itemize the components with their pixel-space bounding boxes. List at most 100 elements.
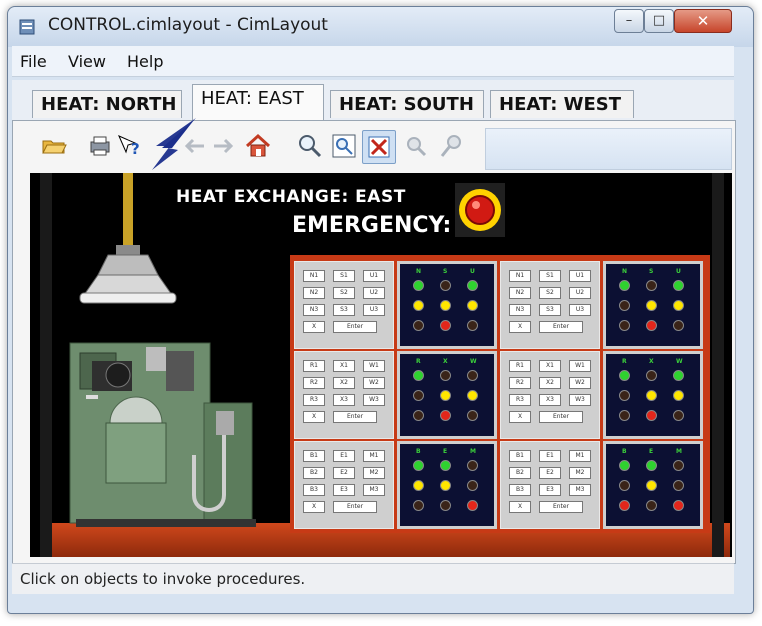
keypad-key[interactable]: S1 bbox=[539, 270, 561, 282]
indicator-lamp[interactable] bbox=[440, 280, 451, 291]
indicator-lamp[interactable] bbox=[413, 300, 424, 311]
keypad-key[interactable]: S3 bbox=[333, 304, 355, 316]
keypad-key[interactable]: R2 bbox=[509, 377, 531, 389]
indicator-lamp[interactable] bbox=[673, 500, 684, 511]
indicator-lamp[interactable] bbox=[467, 280, 478, 291]
zoom-icon[interactable] bbox=[294, 130, 326, 162]
indicator-lamp[interactable] bbox=[673, 480, 684, 491]
indicator-lamp[interactable] bbox=[646, 410, 657, 421]
keypad-key[interactable]: B1 bbox=[303, 450, 325, 462]
tab-heat-east[interactable]: HEAT: EAST bbox=[192, 84, 324, 120]
indicator-lamp[interactable] bbox=[673, 410, 684, 421]
keypad-key[interactable]: W3 bbox=[363, 394, 385, 406]
pin-icon[interactable] bbox=[436, 130, 468, 162]
keypad-key[interactable]: X3 bbox=[539, 394, 561, 406]
indicator-lamp[interactable] bbox=[646, 480, 657, 491]
maximize-button[interactable]: □ bbox=[644, 9, 674, 33]
keypad-key[interactable]: X bbox=[303, 501, 325, 513]
keypad-key[interactable]: X bbox=[509, 501, 531, 513]
keypad-key[interactable]: N1 bbox=[509, 270, 531, 282]
keypad-key[interactable]: X bbox=[509, 411, 531, 423]
indicator-lamp[interactable] bbox=[440, 460, 451, 471]
indicator-lamp[interactable] bbox=[619, 280, 630, 291]
indicator-lamp[interactable] bbox=[619, 480, 630, 491]
keypad-key[interactable]: U2 bbox=[569, 287, 591, 299]
keypad-key[interactable]: E1 bbox=[539, 450, 561, 462]
keypad-key[interactable]: Enter bbox=[333, 501, 377, 513]
indicator-lamp[interactable] bbox=[467, 320, 478, 331]
emergency-button[interactable] bbox=[455, 183, 505, 237]
indicator-lamp[interactable] bbox=[619, 390, 630, 401]
indicator-lamp[interactable] bbox=[619, 410, 630, 421]
keypad-key[interactable]: B2 bbox=[303, 467, 325, 479]
keypad-key[interactable]: X bbox=[509, 321, 531, 333]
indicator-lamp[interactable] bbox=[440, 370, 451, 381]
indicator-lamp[interactable] bbox=[413, 320, 424, 331]
zoom-window-icon[interactable] bbox=[328, 130, 360, 162]
indicator-lamp[interactable] bbox=[619, 500, 630, 511]
keypad-key[interactable]: B3 bbox=[303, 484, 325, 496]
keypad-key[interactable]: X3 bbox=[333, 394, 355, 406]
keypad-key[interactable]: R1 bbox=[509, 360, 531, 372]
keypad-key[interactable]: M1 bbox=[363, 450, 385, 462]
indicator-lamp[interactable] bbox=[467, 480, 478, 491]
keypad-key[interactable]: B3 bbox=[509, 484, 531, 496]
keypad-key[interactable]: N1 bbox=[303, 270, 325, 282]
indicator-lamp[interactable] bbox=[646, 370, 657, 381]
indicator-lamp[interactable] bbox=[440, 320, 451, 331]
indicator-lamp[interactable] bbox=[467, 300, 478, 311]
indicator-lamp[interactable] bbox=[619, 460, 630, 471]
keypad-key[interactable]: N2 bbox=[509, 287, 531, 299]
keypad-key[interactable]: W1 bbox=[569, 360, 591, 372]
forward-arrow-icon[interactable] bbox=[208, 130, 240, 162]
keypad-key[interactable]: Enter bbox=[333, 321, 377, 333]
keypad-key[interactable]: R2 bbox=[303, 377, 325, 389]
indicator-lamp[interactable] bbox=[413, 500, 424, 511]
indicator-lamp[interactable] bbox=[413, 390, 424, 401]
indicator-lamp[interactable] bbox=[467, 390, 478, 401]
process-canvas[interactable]: HEAT EXCHANGE: EAST EMERGENCY: N1 S1 U1 N2 S… bbox=[30, 173, 732, 557]
keypad-key[interactable]: S2 bbox=[539, 287, 561, 299]
keypad-key[interactable]: U1 bbox=[569, 270, 591, 282]
indicator-lamp[interactable] bbox=[673, 460, 684, 471]
pan-icon[interactable] bbox=[400, 130, 432, 162]
menu-help[interactable]: Help bbox=[127, 52, 163, 71]
indicator-lamp[interactable] bbox=[646, 390, 657, 401]
keypad-key[interactable]: E2 bbox=[333, 467, 355, 479]
keypad-key[interactable]: M1 bbox=[569, 450, 591, 462]
keypad-key[interactable]: U3 bbox=[363, 304, 385, 316]
keypad-key[interactable]: S3 bbox=[539, 304, 561, 316]
tab-heat-west[interactable]: HEAT: WEST bbox=[490, 90, 634, 118]
indicator-lamp[interactable] bbox=[467, 500, 478, 511]
keypad-key[interactable]: U3 bbox=[569, 304, 591, 316]
keypad-key[interactable]: M2 bbox=[363, 467, 385, 479]
minimize-button[interactable]: – bbox=[614, 9, 644, 33]
indicator-lamp[interactable] bbox=[413, 410, 424, 421]
keypad-key[interactable]: E3 bbox=[333, 484, 355, 496]
keypad-key[interactable]: U2 bbox=[363, 287, 385, 299]
menu-file[interactable]: File bbox=[20, 52, 47, 71]
indicator-lamp[interactable] bbox=[673, 390, 684, 401]
keypad-key[interactable]: R3 bbox=[303, 394, 325, 406]
indicator-lamp[interactable] bbox=[440, 410, 451, 421]
keypad-key[interactable]: B1 bbox=[509, 450, 531, 462]
indicator-lamp[interactable] bbox=[619, 300, 630, 311]
keypad-key[interactable]: S1 bbox=[333, 270, 355, 282]
indicator-lamp[interactable] bbox=[440, 500, 451, 511]
keypad-key[interactable]: E2 bbox=[539, 467, 561, 479]
keypad-key[interactable]: Enter bbox=[333, 411, 377, 423]
keypad-key[interactable]: N2 bbox=[303, 287, 325, 299]
indicator-lamp[interactable] bbox=[673, 370, 684, 381]
keypad-key[interactable]: X2 bbox=[539, 377, 561, 389]
close-button[interactable]: ✕ bbox=[674, 9, 732, 33]
indicator-lamp[interactable] bbox=[440, 300, 451, 311]
keypad-key[interactable]: W2 bbox=[569, 377, 591, 389]
indicator-lamp[interactable] bbox=[467, 460, 478, 471]
indicator-lamp[interactable] bbox=[467, 370, 478, 381]
keypad-key[interactable]: R3 bbox=[509, 394, 531, 406]
keypad-key[interactable]: X2 bbox=[333, 377, 355, 389]
keypad-key[interactable]: Enter bbox=[539, 501, 583, 513]
help-pointer-icon[interactable]: ? bbox=[114, 130, 146, 162]
select-zoom-button[interactable] bbox=[362, 130, 396, 164]
keypad-key[interactable]: Enter bbox=[539, 411, 583, 423]
